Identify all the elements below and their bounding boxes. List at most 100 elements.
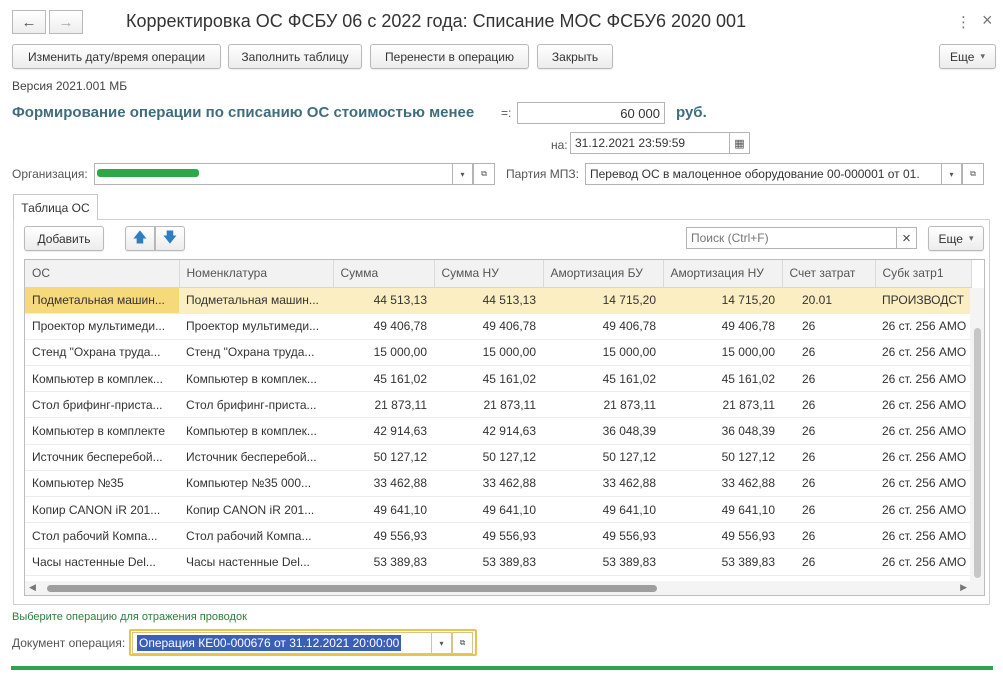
calendar-icon[interactable]: ▦ <box>730 132 750 154</box>
table-cell[interactable]: 53 389,83 <box>434 548 543 576</box>
table-cell[interactable]: 26 <box>782 365 875 393</box>
table-row[interactable]: Стол рабочий Компа... Стол рабочий Компа.… <box>25 522 971 550</box>
table-cell[interactable]: Стенд "Охрана труда... <box>25 339 179 367</box>
table-cell[interactable]: 26 <box>782 444 875 471</box>
table-cell[interactable]: Подметальная машин... <box>179 287 333 314</box>
table-cell[interactable]: 49 641,10 <box>663 496 782 524</box>
table-cell[interactable]: Часы настенные Del... <box>25 548 179 576</box>
back-button[interactable]: ← <box>12 10 46 34</box>
table-cell[interactable]: 21 873,11 <box>333 391 434 419</box>
move-up-icon[interactable]: 🡅 <box>125 226 155 251</box>
column-header[interactable]: Сумма НУ <box>434 260 544 288</box>
table-cell[interactable]: 44 513,13 <box>333 287 434 314</box>
table-row[interactable]: Стенд "Охрана труда... Стенд "Охрана труд… <box>25 339 971 367</box>
change-date-button[interactable]: Изменить дату/время операции <box>12 44 221 69</box>
table-cell[interactable]: 26 <box>782 417 875 445</box>
table-cell[interactable]: 42 914,63 <box>434 417 543 445</box>
table-cell[interactable]: Компьютер №35 <box>25 470 179 498</box>
column-header[interactable]: Сумма <box>333 260 435 288</box>
table-row[interactable]: Компьютер в комплекте Компьютер в комплек… <box>25 417 971 445</box>
table-cell[interactable]: 20.01 <box>782 287 875 314</box>
table-cell[interactable]: 53 389,83 <box>543 548 663 576</box>
table-row[interactable]: Компьютер в комплек... Компьютер в компле… <box>25 365 971 393</box>
table-cell[interactable]: 15 000,00 <box>434 339 543 367</box>
table-cell[interactable]: 50 127,12 <box>663 444 782 471</box>
table-cell[interactable]: 49 406,78 <box>434 313 543 340</box>
table-row[interactable]: Подметальная машин... Подметальная машин.… <box>25 287 971 314</box>
table-cell[interactable]: 26 ст. 256 АМО <box>875 496 971 524</box>
table-cell[interactable]: Компьютер в комплек... <box>179 417 333 445</box>
more-button[interactable]: Еще ▾ <box>939 44 996 69</box>
more-menu-icon[interactable]: ⋮ <box>956 13 971 31</box>
table-cell[interactable]: 21 873,11 <box>434 391 543 419</box>
fill-table-button[interactable]: Заполнить таблицу <box>228 44 362 69</box>
close-icon[interactable]: × <box>982 10 993 31</box>
table-cell[interactable]: 44 513,13 <box>434 287 543 314</box>
document-open-icon[interactable]: ⧉ <box>452 632 473 654</box>
table-cell[interactable]: 26 ст. 256 АМО <box>875 522 971 550</box>
table-cell[interactable]: Компьютер в комплекте <box>25 417 179 445</box>
table-cell[interactable]: 49 556,93 <box>543 522 663 550</box>
table-cell[interactable]: 50 127,12 <box>434 444 543 471</box>
table-cell[interactable]: 21 873,11 <box>543 391 663 419</box>
party-input[interactable]: Перевод ОС в малоценное оборудование 00-… <box>585 163 942 185</box>
horizontal-scrollbar[interactable]: ◀ ▶ <box>25 581 971 595</box>
table-cell[interactable]: 15 000,00 <box>663 339 782 367</box>
table-cell[interactable]: Стол брифинг-приста... <box>179 391 333 419</box>
table-cell[interactable]: 14 715,20 <box>663 287 782 314</box>
table-cell[interactable]: 26 ст. 256 АМО <box>875 365 971 393</box>
table-cell[interactable]: 49 641,10 <box>434 496 543 524</box>
table-cell[interactable]: Часы настенные Del... <box>179 548 333 576</box>
document-dropdown-icon[interactable]: ▾ <box>432 632 452 654</box>
table-cell[interactable]: 33 462,88 <box>663 470 782 498</box>
table-cell[interactable]: Источник бесперебой... <box>25 444 179 471</box>
table-cell[interactable]: 26 ст. 256 АМО <box>875 391 971 419</box>
tab-table-os[interactable]: Таблица ОС <box>13 194 98 220</box>
table-row[interactable]: Часы настенные Del... Часы настенные Del.… <box>25 548 971 576</box>
transfer-button[interactable]: Перенести в операцию <box>370 44 529 69</box>
table-cell[interactable]: 26 <box>782 391 875 419</box>
table-cell[interactable]: 45 161,02 <box>434 365 543 393</box>
table-cell[interactable]: Копир CANON iR 201... <box>25 496 179 524</box>
organization-open-icon[interactable]: ⧉ <box>473 163 495 185</box>
table-row[interactable]: Источник бесперебой... Источник бесперебо… <box>25 444 971 471</box>
table-cell[interactable]: Стол брифинг-приста... <box>25 391 179 419</box>
table-cell[interactable]: 26 <box>782 313 875 340</box>
table-cell[interactable]: 33 462,88 <box>333 470 434 498</box>
close-button[interactable]: Закрыть <box>537 44 613 69</box>
amount-threshold-input[interactable]: 60 000 <box>517 102 665 124</box>
table-cell[interactable]: 14 715,20 <box>543 287 663 314</box>
table-cell[interactable]: Стенд "Охрана труда... <box>179 339 333 367</box>
table-cell[interactable]: ПРОИЗВОДСТ <box>875 287 971 314</box>
table-cell[interactable]: 15 000,00 <box>333 339 434 367</box>
table-cell[interactable]: 26 ст. 256 АМО <box>875 444 971 471</box>
document-input[interactable]: Операция КЕ00-000676 от 31.12.2021 20:00… <box>132 632 432 654</box>
table-cell[interactable]: 49 406,78 <box>333 313 434 340</box>
table-cell[interactable]: 49 406,78 <box>543 313 663 340</box>
search-input[interactable] <box>686 227 897 249</box>
table-cell[interactable]: 50 127,12 <box>543 444 663 471</box>
table-cell[interactable]: 26 <box>782 339 875 367</box>
table-cell[interactable]: Стол рабочий Компа... <box>25 522 179 550</box>
scroll-right-icon[interactable]: ▶ <box>960 582 967 593</box>
table-more-button[interactable]: Еще ▾ <box>928 226 984 251</box>
table-cell[interactable]: 53 389,83 <box>333 548 434 576</box>
column-header[interactable]: Номенклатура <box>179 260 334 288</box>
table-cell[interactable]: Компьютер в комплек... <box>25 365 179 393</box>
table-cell[interactable]: 26 ст. 256 АМО <box>875 417 971 445</box>
table-cell[interactable]: 21 873,11 <box>663 391 782 419</box>
table-cell[interactable]: Компьютер в комплек... <box>179 365 333 393</box>
table-cell[interactable]: 15 000,00 <box>543 339 663 367</box>
table-cell[interactable]: 26 ст. 256 АМО <box>875 313 971 340</box>
table-cell[interactable]: 45 161,02 <box>543 365 663 393</box>
table-cell[interactable]: 42 914,63 <box>333 417 434 445</box>
table-cell[interactable]: 26 ст. 256 АМО <box>875 470 971 498</box>
table-cell[interactable]: 49 641,10 <box>543 496 663 524</box>
table-cell[interactable]: 26 <box>782 496 875 524</box>
column-header[interactable]: Амортизация НУ <box>663 260 783 288</box>
table-row[interactable]: Копир CANON iR 201... Копир CANON iR 201.… <box>25 496 971 524</box>
table-cell[interactable]: 49 406,78 <box>663 313 782 340</box>
vertical-scroll-thumb[interactable] <box>974 328 981 578</box>
table-cell[interactable]: 26 <box>782 522 875 550</box>
table-row[interactable]: Компьютер №35 Компьютер №35 000... 33 462,… <box>25 470 971 498</box>
